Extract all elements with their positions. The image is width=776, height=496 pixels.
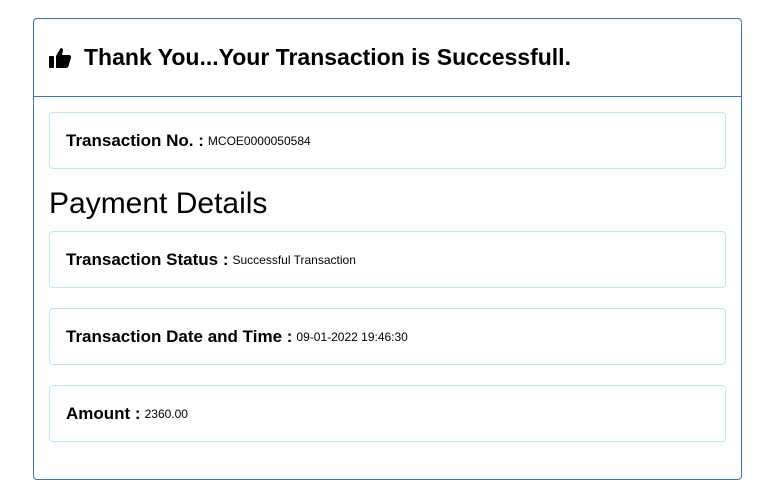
transaction-datetime-box: Transaction Date and Time : 09-01-2022 1… — [49, 308, 726, 365]
amount-label: Amount : — [66, 403, 141, 423]
transaction-status-value: Successful Transaction — [232, 252, 356, 267]
transaction-status-box: Transaction Status : Successful Transact… — [49, 231, 726, 288]
transaction-panel: Thank You...Your Transaction is Successf… — [33, 18, 742, 480]
thumbs-up-icon — [49, 47, 72, 68]
transaction-number-box: Transaction No. : MCOE0000050584 — [49, 112, 726, 169]
payment-details-title: Payment Details — [49, 187, 268, 220]
panel-heading: Thank You...Your Transaction is Successf… — [34, 19, 741, 97]
transaction-datetime-label: Transaction Date and Time : — [66, 326, 293, 346]
amount-value: 2360.00 — [144, 406, 188, 421]
amount-box: Amount : 2360.00 — [49, 385, 726, 442]
transaction-datetime-value: 09-01-2022 19:46:30 — [296, 329, 408, 344]
transaction-number-value: MCOE0000050584 — [207, 133, 311, 148]
success-heading: Thank You...Your Transaction is Successf… — [84, 44, 571, 70]
transaction-number-label: Transaction No. : — [66, 130, 204, 150]
panel-body: Transaction No. : MCOE0000050584 Payment… — [34, 97, 741, 442]
transaction-status-label: Transaction Status : — [66, 249, 229, 269]
